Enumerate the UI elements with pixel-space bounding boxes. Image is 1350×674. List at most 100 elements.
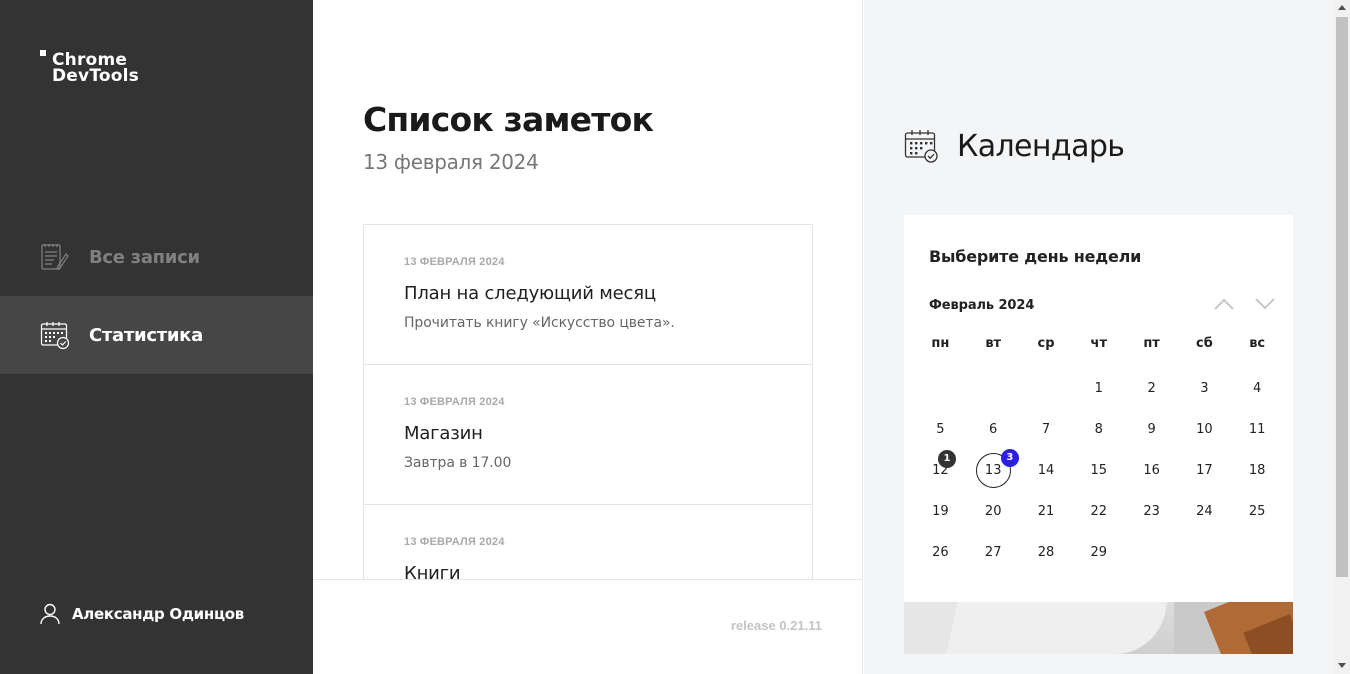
weekday-row: пн вт ср чт пт сб вс (914, 327, 1284, 361)
calendar-day[interactable]: 10 (1178, 409, 1231, 450)
calendar-day[interactable]: 25 (1231, 491, 1284, 532)
calendar-day[interactable]: 2 (1125, 368, 1178, 409)
calendar-day[interactable]: 28 (1020, 532, 1073, 573)
empty-day (967, 368, 1020, 409)
user-profile[interactable]: Александр Одинцов (40, 603, 244, 625)
calendar-day[interactable]: 19 (914, 491, 967, 532)
note-title: Магазин (404, 423, 483, 444)
calendar-day[interactable]: 8 (1072, 409, 1125, 450)
calendar-day[interactable]: 6 (967, 409, 1020, 450)
scrollbar-thumb[interactable] (1336, 17, 1348, 577)
day-number: 18 (1248, 463, 1266, 478)
notes-list[interactable]: 13 ФЕВРАЛЯ 2024 План на следующий месяц … (363, 224, 813, 579)
notes-icon (41, 244, 69, 270)
day-number: 5 (936, 422, 945, 437)
day-number: 6 (989, 422, 998, 437)
calendar-day[interactable]: 3 (1178, 368, 1231, 409)
calendar-day[interactable]: 18 (1231, 450, 1284, 491)
chevron-down-icon[interactable] (1254, 297, 1276, 311)
page-scrollbar[interactable] (1334, 0, 1350, 674)
day-number: 2 (1147, 381, 1156, 396)
day-number: 24 (1196, 504, 1213, 519)
note-count-badge: 3 (1000, 449, 1019, 467)
week-row: 12 1 13 3 14 15 16 17 18 (914, 449, 1284, 491)
footer-divider (313, 579, 863, 580)
calendar-day[interactable]: 4 (1231, 368, 1284, 409)
week-row: 19 20 21 22 23 24 25 (914, 491, 1284, 532)
page-date: 13 февраля 2024 (363, 150, 539, 174)
calendar-day[interactable]: 27 (967, 532, 1020, 573)
day-rows: 1 2 3 4 5 6 7 8 9 10 11 12 1 13 3 14 15 16 17 18 19 20 21 22 23 2… (914, 368, 1284, 573)
day-number: 13 (984, 463, 1002, 478)
note-card[interactable]: 13 ФЕВРАЛЯ 2024 Книги (363, 504, 813, 579)
calendar-day[interactable]: 13 3 (967, 449, 1020, 491)
calendar-day[interactable]: 9 (1125, 409, 1178, 450)
calendar-day[interactable]: 24 (1178, 491, 1231, 532)
logo-mark (40, 50, 46, 56)
day-number: 16 (1143, 463, 1160, 478)
user-name: Александр Одинцов (72, 605, 244, 623)
note-body: Прочитать книгу «Искусство цвета». (404, 315, 675, 331)
day-number: 7 (1041, 422, 1051, 437)
empty-day (1178, 532, 1231, 573)
calendar-title: Календарь (957, 128, 1125, 164)
sidebar-item-all-notes[interactable]: Все записи (0, 218, 313, 296)
day-number: 1 (1094, 381, 1103, 396)
day-number: 19 (932, 504, 949, 519)
user-icon (40, 603, 60, 625)
note-date: 13 ФЕВРАЛЯ 2024 (404, 256, 505, 268)
note-title: План на следующий месяц (404, 283, 656, 304)
calendar-day[interactable]: 15 (1072, 450, 1125, 491)
calendar-day[interactable]: 7 (1020, 409, 1073, 450)
calendar-icon (40, 322, 70, 350)
calendar-day[interactable]: 12 1 (914, 450, 967, 491)
calendar-day[interactable]: 21 (1020, 491, 1073, 532)
note-card[interactable]: 13 ФЕВРАЛЯ 2024 Магазин Завтра в 17.00 (363, 364, 813, 505)
empty-day (1020, 368, 1073, 409)
sidebar-item-statistics[interactable]: Статистика (0, 296, 313, 374)
page-title: Список заметок (363, 100, 654, 139)
calendar-prompt: Выберите день недели (929, 247, 1142, 266)
chevron-up-icon[interactable] (1213, 297, 1235, 311)
calendar-panel: Календарь Выберите день недели Февраль 2… (864, 0, 1334, 674)
calendar-day[interactable]: 17 (1178, 450, 1231, 491)
logo-line-2: DevTools (52, 66, 139, 86)
calendar-day[interactable]: 14 (1020, 450, 1073, 491)
note-body: Завтра в 17.00 (404, 455, 512, 471)
day-number: 27 (984, 545, 1002, 560)
calendar-day[interactable]: 5 (914, 409, 967, 450)
day-number: 17 (1196, 463, 1213, 478)
day-number: 4 (1253, 381, 1262, 396)
calendar-day[interactable]: 20 (967, 491, 1020, 532)
calendar-day[interactable]: 22 (1072, 491, 1125, 532)
calendar-day[interactable]: 1 (1072, 368, 1125, 409)
calendar-header: Календарь (904, 128, 1125, 164)
note-title: Книги (404, 563, 461, 579)
note-date: 13 ФЕВРАЛЯ 2024 (404, 396, 505, 408)
empty-day (914, 368, 967, 409)
calendar-day[interactable]: 29 (1072, 532, 1125, 573)
note-card[interactable]: 13 ФЕВРАЛЯ 2024 План на следующий месяц … (363, 224, 813, 365)
calendar-month: Февраль 2024 (929, 298, 1035, 313)
scroll-up-arrow[interactable] (1338, 5, 1346, 10)
week-row: 1 2 3 4 (914, 368, 1284, 409)
weekday-label: вс (1249, 336, 1266, 351)
calendar-day[interactable]: 23 (1125, 491, 1178, 532)
weekday-label: ср (1037, 336, 1055, 351)
calendar-grid: пн вт ср чт пт сб вс 1 2 3 4 5 6 7 8 9 10 11 12 1 13 3… (914, 327, 1284, 573)
calendar-day[interactable]: 26 (914, 532, 967, 573)
calendar-day[interactable]: 16 (1125, 450, 1178, 491)
weekday-label: вт (985, 336, 1002, 351)
decorative-photo (904, 602, 1293, 654)
day-number: 11 (1248, 422, 1266, 437)
app-logo[interactable]: Chrome DevTools (40, 50, 150, 90)
day-number: 14 (1037, 463, 1055, 478)
note-count-badge: 1 (938, 450, 956, 468)
sidebar: Chrome DevTools Все записи Статистика Ал… (0, 0, 313, 674)
week-row: 5 6 7 8 9 10 11 (914, 409, 1284, 450)
scroll-down-arrow[interactable] (1338, 663, 1346, 668)
weekday-label: пн (931, 336, 950, 351)
weekday-label: сб (1195, 336, 1213, 351)
calendar-day[interactable]: 11 (1231, 409, 1284, 450)
day-number: 3 (1200, 381, 1209, 396)
